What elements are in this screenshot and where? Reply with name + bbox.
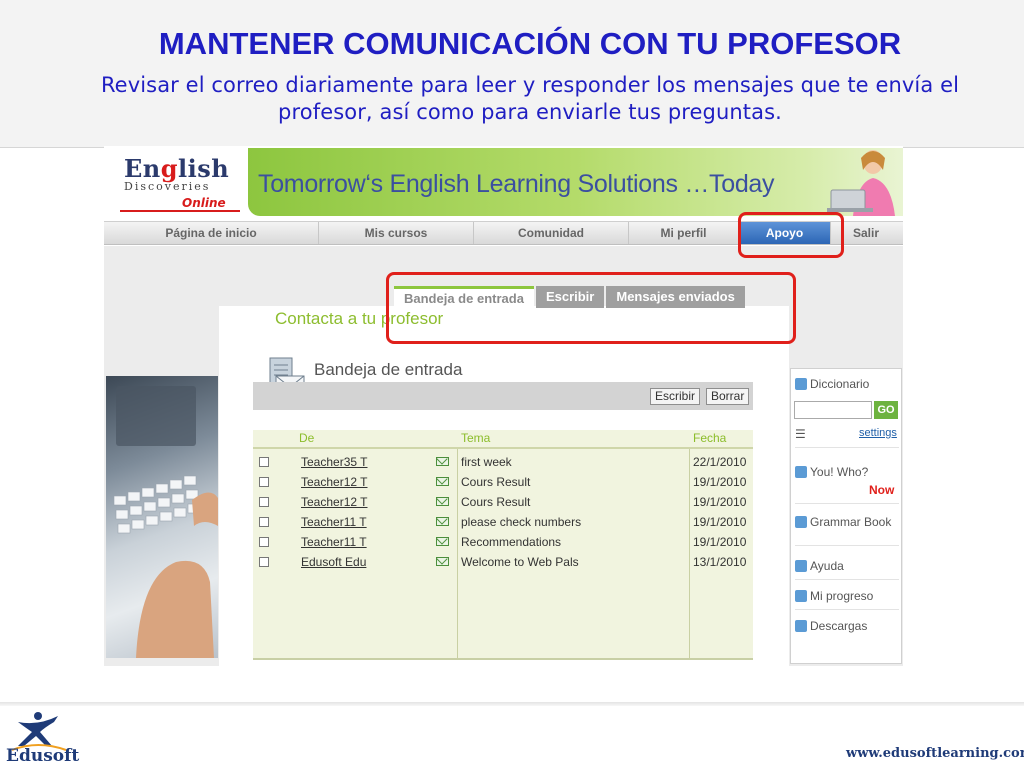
delete-button[interactable]: Borrar xyxy=(706,388,750,405)
table-row[interactable]: Edusoft Edu Welcome to Web Pals 13/1/201… xyxy=(253,552,753,572)
sidebar-divider xyxy=(795,609,899,610)
sender-link[interactable]: Teacher35 T xyxy=(301,455,368,469)
row-checkbox[interactable] xyxy=(259,557,269,567)
message-date: 19/1/2010 xyxy=(693,495,747,509)
sender-link[interactable]: Edusoft Edu xyxy=(301,555,366,569)
english-discoveries-logo[interactable]: English Discoveries Online xyxy=(120,152,242,214)
compose-button[interactable]: Escribir xyxy=(650,388,701,405)
envelope-icon xyxy=(436,517,449,526)
envelope-icon xyxy=(436,537,449,546)
logo-discoveries: Discoveries xyxy=(124,180,211,193)
slide-title: MANTENER COMUNICACIÓN CON TU PROFESOR xyxy=(158,26,902,61)
sidebar-help[interactable]: Ayuda xyxy=(795,559,844,573)
slide-header: MANTENER COMUNICACIÓN CON TU PROFESOR Re… xyxy=(0,0,1024,148)
progress-icon xyxy=(795,590,807,602)
dictionary-search-input[interactable] xyxy=(794,401,872,419)
envelope-icon xyxy=(436,497,449,506)
table-row[interactable]: Teacher12 T Cours Result 19/1/2010 xyxy=(253,492,753,512)
help-icon xyxy=(795,560,807,572)
keyboard-illustration xyxy=(113,386,218,658)
woman-with-laptop-image xyxy=(827,150,895,216)
inbox-table: De Tema Fecha Teacher35 T first week 22/… xyxy=(253,430,753,660)
sidebar-divider xyxy=(795,503,899,504)
row-checkbox[interactable] xyxy=(259,477,269,487)
dictionary-icon xyxy=(795,378,807,390)
inbox-table-header: De Tema Fecha xyxy=(253,430,753,448)
row-checkbox[interactable] xyxy=(259,457,269,467)
chat-icon xyxy=(795,466,807,478)
nav-my-courses[interactable]: Mis cursos xyxy=(319,222,474,244)
message-date: 13/1/2010 xyxy=(693,555,747,569)
download-icon xyxy=(795,620,807,632)
table-row[interactable]: Teacher35 T first week 22/1/2010 xyxy=(253,452,753,472)
table-row[interactable]: Teacher11 T Recommendations 19/1/2010 xyxy=(253,532,753,552)
inbox-toolbar: Escribir Borrar xyxy=(253,382,753,410)
slide-subtitle: Revisar el correo diariamente para leer … xyxy=(60,72,1000,126)
nav-home[interactable]: Página de inicio xyxy=(104,222,319,244)
grammar-book-icon xyxy=(795,516,807,528)
message-subject[interactable]: first week xyxy=(461,455,512,469)
message-date: 19/1/2010 xyxy=(693,475,747,489)
sender-link[interactable]: Teacher11 T xyxy=(301,535,367,549)
layers-icon: ☰ xyxy=(795,427,806,441)
site-banner: English Discoveries Online Tomorrow‘s En… xyxy=(104,146,903,218)
footer-divider xyxy=(0,702,1024,706)
sender-link[interactable]: Teacher11 T xyxy=(301,515,367,529)
support-highlight-box xyxy=(738,212,844,258)
sidebar-divider xyxy=(795,579,899,580)
envelope-icon xyxy=(436,557,449,566)
column-header-from[interactable]: De xyxy=(299,431,314,445)
logo-online: Online xyxy=(182,196,226,210)
sidebar-divider xyxy=(795,447,899,448)
sidebar-you-who[interactable]: You! Who? xyxy=(795,465,868,479)
website-screenshot: English Discoveries Online Tomorrow‘s En… xyxy=(104,146,903,666)
now-online-label: Now xyxy=(869,483,895,497)
message-subject[interactable]: Recommendations xyxy=(461,535,561,549)
message-subject[interactable]: Welcome to Web Pals xyxy=(461,555,579,569)
sender-link[interactable]: Teacher12 T xyxy=(301,475,368,489)
row-checkbox[interactable] xyxy=(259,517,269,527)
row-checkbox[interactable] xyxy=(259,497,269,507)
sidebar-progress[interactable]: Mi progreso xyxy=(795,589,873,603)
column-header-subject[interactable]: Tema xyxy=(461,431,490,445)
slide-subtitle-line1: Revisar el correo diariamente para leer … xyxy=(100,73,960,97)
nav-community[interactable]: Comunidad xyxy=(474,222,629,244)
banner-strip: Tomorrow‘s English Learning Solutions …T… xyxy=(248,148,903,216)
message-date: 22/1/2010 xyxy=(693,455,747,469)
website-url[interactable]: www.edusoftlearning.com xyxy=(846,746,1024,761)
sidebar-dictionary[interactable]: Diccionario xyxy=(795,377,869,391)
slide: MANTENER COMUNICACIÓN CON TU PROFESOR Re… xyxy=(0,0,1024,768)
inbox-title: Bandeja de entrada xyxy=(314,360,463,379)
dictionary-go-button[interactable]: GO xyxy=(874,401,898,419)
edusoft-brand: Edusoft xyxy=(6,746,80,766)
slide-subtitle-line2: profesor, así como para enviarle tus pre… xyxy=(278,100,782,124)
row-checkbox[interactable] xyxy=(259,537,269,547)
keyboard-photo xyxy=(106,376,218,658)
tools-sidebar: Diccionario GO ☰ settings You! Who? Now … xyxy=(790,368,902,664)
envelope-icon xyxy=(436,477,449,486)
message-subject[interactable]: please check numbers xyxy=(461,515,581,529)
envelope-icon xyxy=(436,457,449,466)
header-divider xyxy=(253,447,753,449)
logo-wordmark: English xyxy=(124,154,230,183)
column-header-date[interactable]: Fecha xyxy=(693,431,726,445)
table-row[interactable]: Teacher12 T Cours Result 19/1/2010 xyxy=(253,472,753,492)
message-date: 19/1/2010 xyxy=(693,515,747,529)
table-row[interactable]: Teacher11 T please check numbers 19/1/20… xyxy=(253,512,753,532)
logo-underline xyxy=(120,210,240,212)
message-subject[interactable]: Cours Result xyxy=(461,495,530,509)
sidebar-grammar-book[interactable]: Grammar Book xyxy=(795,515,891,529)
sidebar-divider xyxy=(795,545,899,546)
tabs-highlight-box xyxy=(386,272,796,344)
nav-my-profile[interactable]: Mi perfil xyxy=(629,222,739,244)
sender-link[interactable]: Teacher12 T xyxy=(301,495,368,509)
message-subject[interactable]: Cours Result xyxy=(461,475,530,489)
sidebar-downloads[interactable]: Descargas xyxy=(795,619,867,633)
settings-link[interactable]: settings xyxy=(859,427,897,439)
site-tagline: Tomorrow‘s English Learning Solutions …T… xyxy=(258,170,775,198)
message-date: 19/1/2010 xyxy=(693,535,747,549)
